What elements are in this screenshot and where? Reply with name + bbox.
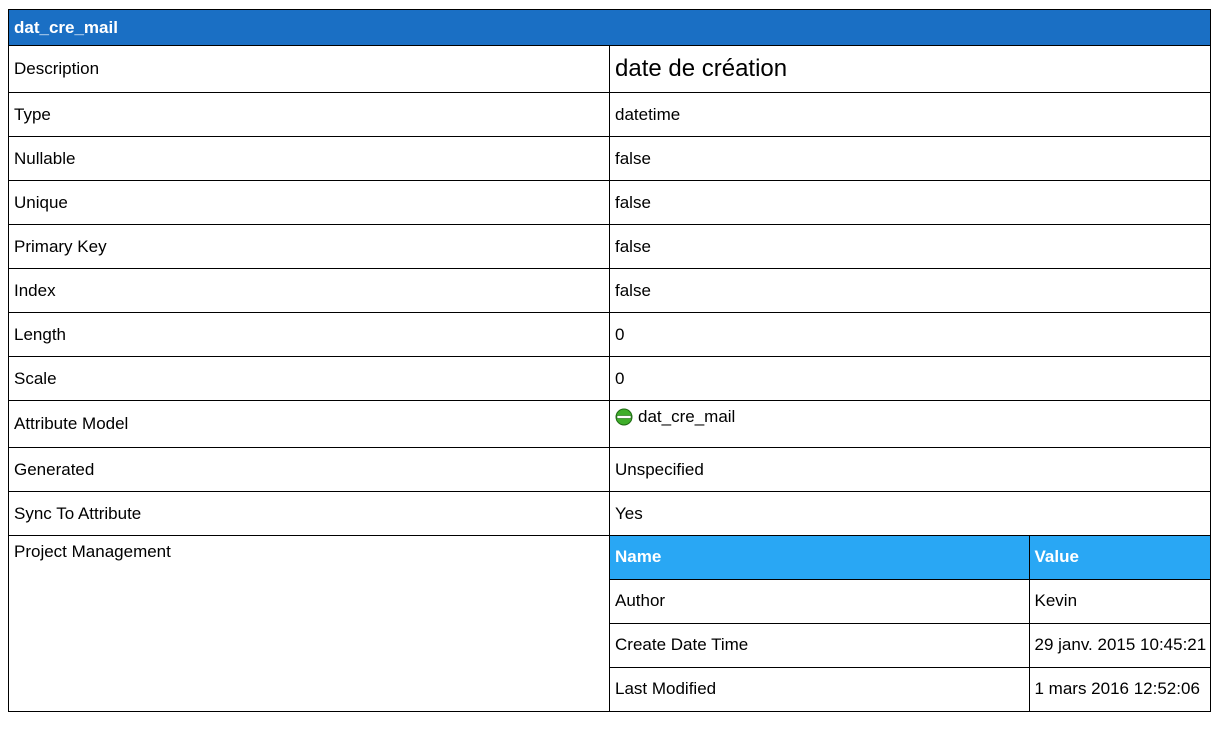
property-value: 0	[609, 356, 1211, 401]
column-header-name: Name	[610, 536, 1030, 580]
table-cell-value: 29 janv. 2015 10:45:21	[1028, 622, 1210, 668]
property-value: false	[609, 224, 1211, 269]
property-row-scale: Scale 0	[8, 356, 1211, 401]
table-row: Last Modified 1 mars 2016 12:52:06	[610, 666, 1210, 711]
table-cell-name: Create Date Time	[610, 622, 1030, 668]
property-value: false	[609, 268, 1211, 313]
property-row-generated: Generated Unspecified	[8, 447, 1211, 492]
property-label: Description	[8, 45, 610, 93]
property-value: date de création	[609, 45, 1211, 93]
property-value: Yes	[609, 491, 1211, 536]
table-cell-value: 1 mars 2016 12:52:06	[1028, 666, 1210, 711]
property-row-project-management: Project Management Name Value Author Kev…	[8, 535, 1211, 712]
project-management-header-row: Name Value	[610, 536, 1210, 580]
table-cell-name: Author	[610, 578, 1030, 624]
element-title: dat_cre_mail	[8, 9, 1211, 46]
property-label: Project Management	[8, 535, 610, 712]
table-row: Create Date Time 29 janv. 2015 10:45:21	[610, 622, 1210, 668]
property-sheet: dat_cre_mail Description date de créatio…	[8, 9, 1211, 712]
project-management-cell: Name Value Author Kevin Create Date Time…	[609, 535, 1211, 712]
property-label: Nullable	[8, 136, 610, 181]
property-label: Index	[8, 268, 610, 313]
property-label: Scale	[8, 356, 610, 401]
property-row-description: Description date de création	[8, 45, 1211, 93]
attribute-model-link[interactable]: dat_cre_mail	[615, 407, 735, 427]
property-label: Attribute Model	[8, 400, 610, 448]
property-row-nullable: Nullable false	[8, 136, 1211, 181]
property-value: false	[609, 180, 1211, 225]
property-value: dat_cre_mail	[609, 400, 1211, 448]
table-cell-name: Last Modified	[610, 666, 1030, 711]
property-row-attribute-model: Attribute Model dat_cre_mail	[8, 400, 1211, 448]
property-row-primary-key: Primary Key false	[8, 224, 1211, 269]
property-value: Unspecified	[609, 447, 1211, 492]
properties-table: dat_cre_mail Description date de créatio…	[8, 9, 1211, 712]
table-row: Author Kevin	[610, 578, 1210, 624]
property-label: Generated	[8, 447, 610, 492]
property-row-sync-to-attribute: Sync To Attribute Yes	[8, 491, 1211, 536]
property-label: Primary Key	[8, 224, 610, 269]
property-label: Length	[8, 312, 610, 357]
attribute-model-name: dat_cre_mail	[638, 407, 736, 426]
header-row: dat_cre_mail	[8, 9, 1211, 46]
property-value: datetime	[609, 92, 1211, 137]
property-row-length: Length 0	[8, 312, 1211, 357]
table-cell-value: Kevin	[1028, 578, 1210, 624]
property-label: Unique	[8, 180, 610, 225]
property-row-unique: Unique false	[8, 180, 1211, 225]
property-row-index: Index false	[8, 268, 1211, 313]
property-row-type: Type datetime	[8, 92, 1211, 137]
project-management-table: Name Value Author Kevin Create Date Time…	[610, 536, 1210, 711]
property-value: false	[609, 136, 1211, 181]
property-value: 0	[609, 312, 1211, 357]
column-header-value: Value	[1028, 536, 1210, 580]
attribute-icon	[615, 408, 633, 426]
property-label: Type	[8, 92, 610, 137]
property-label: Sync To Attribute	[8, 491, 610, 536]
